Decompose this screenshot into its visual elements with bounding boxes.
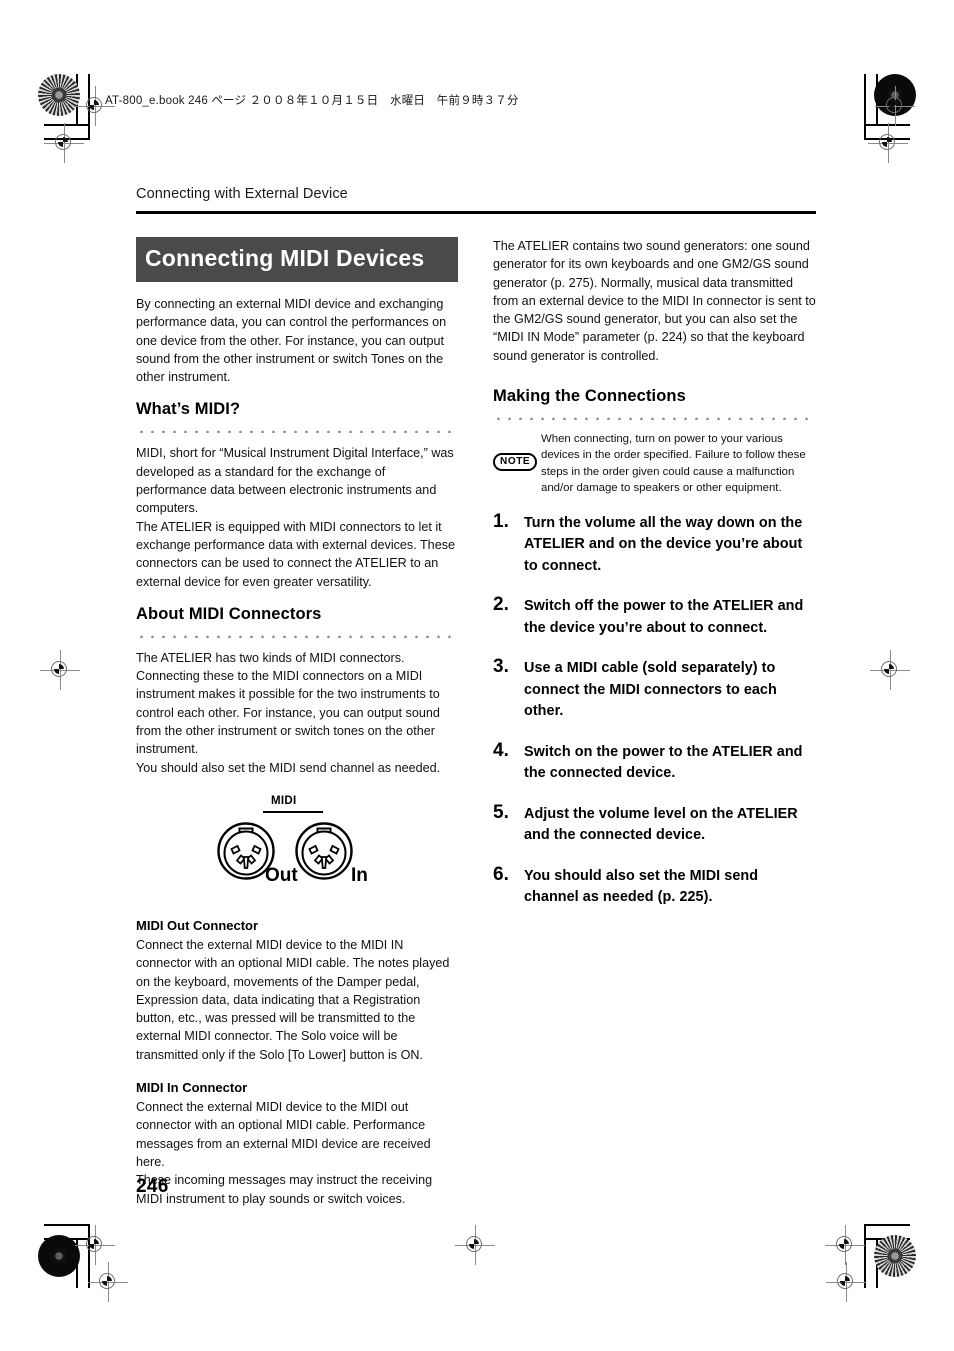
note-badge: NOTE — [493, 453, 538, 472]
step-item: 4. Switch on the power to the ATELIER an… — [493, 739, 816, 785]
registration-cross-right-middle — [870, 650, 910, 690]
about-connectors-paragraph-1: The ATELIER has two kinds of MIDI connec… — [136, 650, 405, 665]
figure-caption-underline — [263, 810, 323, 814]
registration-target-bottom-left — [38, 1235, 80, 1277]
crop-mark-top-right-v2 — [864, 74, 866, 138]
about-connectors-paragraph-3: You should also set the MIDI send channe… — [136, 760, 441, 775]
step-number: 3. — [493, 656, 509, 678]
step-item: 5. Adjust the volume level on the ATELIE… — [493, 801, 816, 847]
section-heading-whats-midi: What’s MIDI? — [136, 400, 241, 419]
step-number: 6. — [493, 863, 509, 885]
note-callout: NOTE When connecting, turn on power to y… — [493, 431, 816, 497]
registration-cross-bottom-right-a — [825, 1225, 865, 1265]
midi-in-connector-paragraph-1: Connect the external MIDI device to the … — [136, 1100, 431, 1169]
about-connectors-paragraph-2: Connecting these to the MIDI connectors … — [136, 669, 440, 757]
step-text: You should also set the MIDI send channe… — [524, 867, 759, 906]
step-text: Switch on the power to the ATELIER and t… — [524, 743, 803, 782]
subheading-midi-out-connector: MIDI Out Connector — [136, 917, 259, 933]
dotted-rule-about-connectors — [136, 627, 458, 638]
right-intro-paragraph: The ATELIER contains two sound generator… — [493, 239, 816, 363]
step-item: 1. Turn the volume all the way down on t… — [493, 510, 816, 578]
registration-cross-bottom-left-b — [88, 1262, 128, 1302]
midi-out-connector-paragraph: Connect the external MIDI device to the … — [136, 937, 450, 1062]
book-file-header: AT-800_e.book 246 ページ ２００８年１０月１５日 水曜日 午前… — [105, 95, 519, 107]
left-intro-paragraph: By connecting an external MIDI device an… — [136, 297, 447, 385]
step-text: Turn the volume all the way down on the … — [524, 514, 803, 574]
whats-midi-paragraph-1: MIDI, short for “Musical Instrument Digi… — [136, 446, 454, 516]
running-head: Connecting with External Device — [136, 186, 348, 202]
step-item: 6. You should also set the MIDI send cha… — [493, 863, 816, 909]
note-text: When connecting, turn on power to your v… — [541, 433, 806, 495]
midi-out-jack-label: Out — [265, 864, 298, 886]
dotted-rule-whats-midi — [136, 423, 458, 434]
registration-target-top-left — [38, 74, 80, 116]
registration-cross-bottom-middle — [455, 1225, 495, 1265]
step-item: 2. Switch off the power to the ATELIER a… — [493, 594, 816, 639]
step-number: 1. — [493, 510, 509, 532]
figure-caption-midi: MIDI — [271, 794, 297, 807]
registration-cross-left-middle — [40, 650, 80, 690]
header-rule — [136, 211, 816, 214]
registration-target-bottom-right — [874, 1235, 916, 1277]
midi-in-jack-icon — [295, 822, 353, 880]
section-heading-about-midi-connectors: About MIDI Connectors — [136, 604, 322, 623]
registration-cross-top-right-a — [875, 86, 915, 126]
page-content: Connecting with External Device Connecti… — [136, 186, 816, 1206]
step-number: 5. — [493, 801, 509, 823]
registration-cross-bottom-center — [826, 1262, 866, 1302]
step-number: 4. — [493, 739, 509, 761]
subheading-midi-in-connector: MIDI In Connector — [136, 1080, 248, 1096]
step-item: 3. Use a MIDI cable (sold separately) to… — [493, 656, 816, 723]
registration-cross-top-right-b — [868, 123, 908, 163]
whats-midi-paragraph-2: The ATELIER is equipped with MIDI connec… — [136, 519, 455, 589]
step-text: Switch off the power to the ATELIER and … — [524, 598, 804, 636]
chapter-banner: Connecting MIDI Devices — [136, 237, 458, 282]
right-column: The ATELIER contains two sound generator… — [493, 237, 816, 928]
registration-cross-top-left-b — [44, 123, 84, 163]
midi-connector-figure: MIDI Out In — [136, 795, 458, 900]
midi-in-connector-paragraph-2: These incoming messages may instruct the… — [136, 1173, 433, 1206]
crop-mark-bottom-right-h1 — [864, 1224, 910, 1226]
step-text: Use a MIDI cable (sold separately) to co… — [524, 660, 777, 720]
left-column: Connecting MIDI Devices By connecting an… — [136, 237, 458, 1222]
step-text: Adjust the volume level on the ATELIER a… — [524, 805, 798, 844]
step-number: 2. — [493, 594, 509, 616]
midi-in-jack-label: In — [351, 864, 368, 886]
section-heading-making-the-connections: Making the Connections — [493, 387, 686, 406]
registration-cross-bottom-left-a — [75, 1225, 115, 1265]
dotted-rule-making-connections — [493, 410, 816, 421]
page-number: 246 — [136, 1176, 169, 1197]
